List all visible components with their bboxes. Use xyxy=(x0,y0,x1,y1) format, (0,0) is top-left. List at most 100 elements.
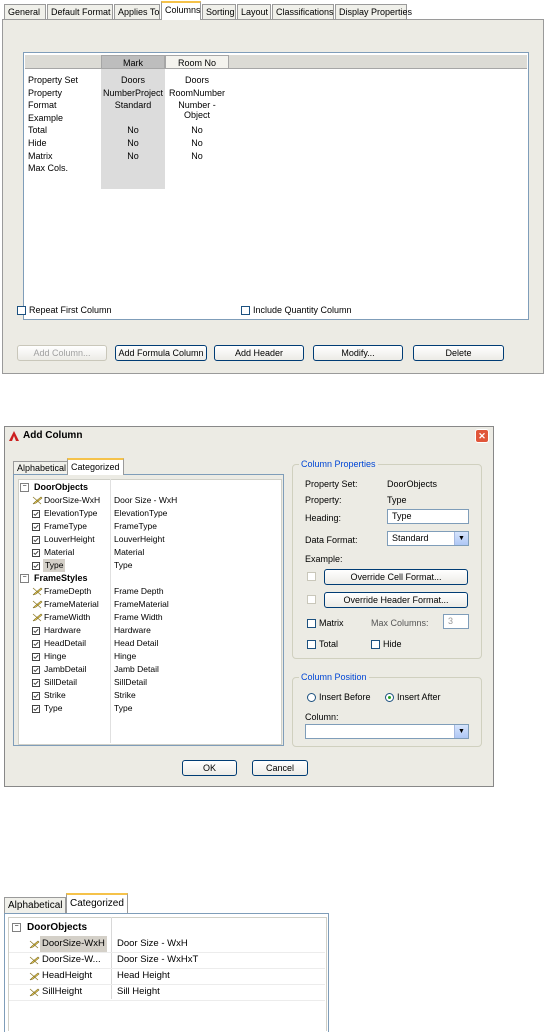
close-icon[interactable]: ✕ xyxy=(475,429,489,443)
include-quantity-column-label: Include Quantity Column xyxy=(253,305,352,315)
tree-item-name: JambDetail xyxy=(44,664,87,674)
column-header-mark[interactable]: Mark xyxy=(101,55,165,69)
tree-item-name: HeadHeight xyxy=(42,970,93,981)
tree-item-row[interactable]: HeadDetail Head Detail xyxy=(18,637,280,650)
grid-cell[interactable]: Standard xyxy=(101,100,165,110)
dialog-title: Add Column xyxy=(23,430,83,441)
grid-cell[interactable]: No xyxy=(101,151,165,161)
tab-alphabetical[interactable]: Alphabetical xyxy=(13,461,71,474)
override-header-checkbox[interactable] xyxy=(307,595,316,604)
total-label: Total xyxy=(319,639,339,649)
tree-item-row[interactable]: Material Material xyxy=(18,546,280,559)
tab-display-properties[interactable]: Display Properties xyxy=(335,4,412,19)
grid-cell[interactable]: Doors xyxy=(101,75,165,85)
grid-cell[interactable]: No xyxy=(165,125,229,135)
heading-input[interactable]: Type xyxy=(387,509,469,524)
tree-group-row[interactable]: − DoorObjects xyxy=(9,920,325,936)
tree-item-row[interactable]: DoorSize-WxH Door Size - WxH xyxy=(9,936,325,953)
override-cell-checkbox[interactable] xyxy=(307,572,316,581)
tab-classifications[interactable]: Classifications xyxy=(272,4,334,19)
add-header-button[interactable]: Add Header xyxy=(214,345,304,361)
tree-group-row[interactable]: − FrameStyles xyxy=(18,572,280,585)
property-tree: − DoorObjects DoorSize-WxH Door Size - WxH E… xyxy=(13,474,284,746)
column-properties-title: Column Properties xyxy=(299,459,378,469)
grid-cell[interactable]: NumberProject xyxy=(101,88,165,98)
grid-cell[interactable]: No xyxy=(101,138,165,148)
collapse-icon[interactable]: − xyxy=(20,483,29,492)
heading-label: Heading: xyxy=(305,513,342,523)
matrix-checkbox[interactable] xyxy=(307,619,316,628)
override-cell-format-button[interactable]: Override Cell Format... xyxy=(324,569,468,585)
tree-item-value: Frame Width xyxy=(114,612,163,622)
max-columns-spinner[interactable]: 3 xyxy=(443,614,469,629)
tree-item-row[interactable]: FrameWidth Frame Width xyxy=(18,611,280,624)
column-select[interactable]: ▼ xyxy=(305,724,469,739)
insert-before-radio[interactable] xyxy=(307,693,316,702)
tab-general[interactable]: General xyxy=(4,4,46,19)
total-checkbox[interactable] xyxy=(307,640,316,649)
tree-item-name: LouverHeight xyxy=(44,534,95,544)
chevron-down-icon[interactable]: ▼ xyxy=(454,532,468,545)
autocad-logo-icon xyxy=(9,431,19,441)
tab-columns[interactable]: Columns xyxy=(161,1,201,20)
tab-categorized-small[interactable]: Categorized xyxy=(66,893,128,913)
tab-categorized[interactable]: Categorized xyxy=(67,458,124,475)
checkbox-icon xyxy=(32,704,40,717)
tree-item-value: Sill Height xyxy=(117,986,160,997)
tree-item-row[interactable]: FrameType FrameType xyxy=(18,520,280,533)
grid-cell[interactable]: Doors xyxy=(165,75,229,85)
tree-item-row[interactable]: SillHeight Sill Height xyxy=(9,984,325,1001)
tab-sorting[interactable]: Sorting xyxy=(202,4,236,19)
modify-button[interactable]: Modify... xyxy=(313,345,403,361)
tree-item-row[interactable]: Hardware Hardware xyxy=(18,624,280,637)
tree-item-row[interactable]: SillDetail SillDetail xyxy=(18,676,280,689)
tab-layout[interactable]: Layout xyxy=(237,4,271,19)
tree-item-value: Jamb Detail xyxy=(114,664,159,674)
ok-button[interactable]: OK xyxy=(182,760,237,776)
tree-item-row[interactable]: Type Type xyxy=(18,702,280,715)
tab-applies-to[interactable]: Applies To xyxy=(114,4,160,19)
grid-cell[interactable]: RoomNumber xyxy=(165,88,229,98)
tree-item-row[interactable]: JambDetail Jamb Detail xyxy=(18,663,280,676)
tree-item-row[interactable]: Strike Strike xyxy=(18,689,280,702)
grid-cell[interactable]: Number - Object xyxy=(165,100,229,120)
override-header-format-button[interactable]: Override Header Format... xyxy=(324,592,468,608)
collapse-icon[interactable]: − xyxy=(20,574,29,583)
tree-item-row[interactable]: HeadHeight Head Height xyxy=(9,968,325,985)
grid-cell[interactable]: No xyxy=(165,138,229,148)
tree-item-value: Hardware xyxy=(114,625,151,635)
tree-item-row[interactable]: ElevationType ElevationType xyxy=(18,507,280,520)
add-column-dialog: Add Column ✕ Alphabetical Categorized − D… xyxy=(4,426,494,787)
chevron-down-icon[interactable]: ▼ xyxy=(454,725,468,738)
tree-item-name: FrameDepth xyxy=(44,586,92,596)
insert-after-radio[interactable] xyxy=(385,693,394,702)
tree-item-row[interactable]: DoorSize-WxH Door Size - WxH xyxy=(18,494,280,507)
tree-item-value: Frame Depth xyxy=(114,586,164,596)
tree-item-row[interactable]: LouverHeight LouverHeight xyxy=(18,533,280,546)
tree-item-row[interactable]: Hinge Hinge xyxy=(18,650,280,663)
property-value: Type xyxy=(387,495,407,505)
categorized-property-panel: Alphabetical Categorized − DoorObjects Doo… xyxy=(0,893,546,1032)
delete-button[interactable]: Delete xyxy=(413,345,504,361)
tree-item-name: Hinge xyxy=(44,651,67,661)
collapse-icon[interactable]: − xyxy=(12,923,21,932)
tree-item-row[interactable]: DoorSize-W... Door Size - WxHxT xyxy=(9,952,325,969)
repeat-first-column-checkbox[interactable] xyxy=(17,306,26,315)
grid-cell[interactable]: No xyxy=(101,125,165,135)
tab-default-format[interactable]: Default Format xyxy=(47,4,113,19)
hide-checkbox[interactable] xyxy=(371,640,380,649)
column-header-room-no[interactable]: Room No xyxy=(165,55,229,69)
add-formula-column-button[interactable]: Add Formula Column xyxy=(115,345,207,361)
include-quantity-column-checkbox[interactable] xyxy=(241,306,250,315)
data-format-select[interactable]: Standard ▼ xyxy=(387,531,469,546)
max-columns-value: 3 xyxy=(448,616,454,626)
tab-alphabetical-small[interactable]: Alphabetical xyxy=(4,897,67,913)
tree-item-row[interactable]: FrameMaterial FrameMaterial xyxy=(18,598,280,611)
tree-item-row[interactable]: Type Type xyxy=(18,559,280,572)
tree-item-row[interactable]: FrameDepth Frame Depth xyxy=(18,585,280,598)
grid-cell[interactable]: No xyxy=(165,151,229,161)
tree-group-row[interactable]: − DoorObjects xyxy=(18,481,280,494)
cancel-button[interactable]: Cancel xyxy=(252,760,308,776)
matrix-label: Matrix xyxy=(319,618,344,628)
add-column-button[interactable]: Add Column... xyxy=(17,345,107,361)
